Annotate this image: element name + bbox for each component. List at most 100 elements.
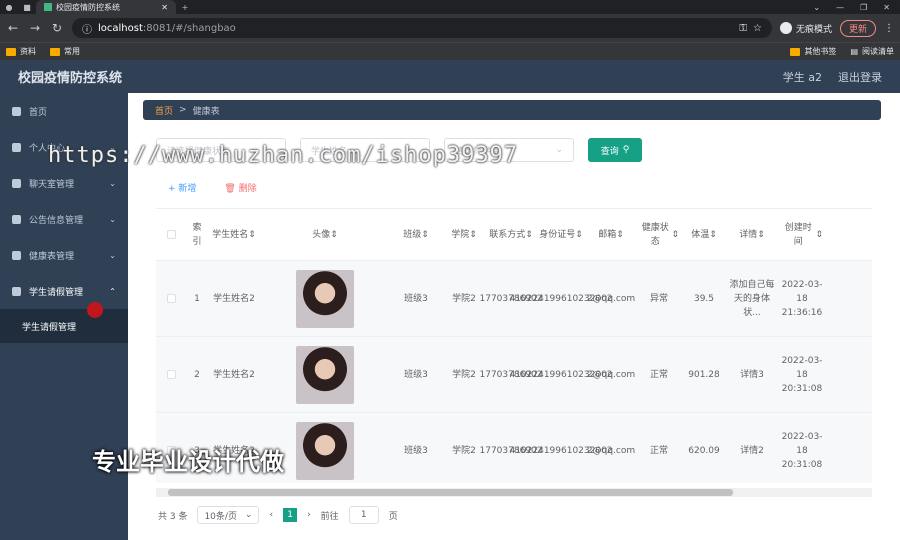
col-header[interactable]: 头像 ⇕ <box>260 209 390 260</box>
chevron-down-icon: ⌄ <box>109 178 116 188</box>
col-header[interactable]: 身份证号 ⇕ <box>536 209 586 260</box>
avatar[interactable] <box>296 345 354 404</box>
checkbox[interactable] <box>166 294 176 303</box>
browser-menu-icon[interactable]: ● <box>0 3 18 12</box>
url-host: localhost <box>98 22 143 34</box>
cell-name: 学生姓名2 <box>213 293 255 304</box>
logout-link[interactable]: 退出登录 <box>838 69 882 85</box>
forward-icon[interactable]: → <box>28 21 42 35</box>
breadcrumb-current: 健康表 <box>192 106 220 117</box>
avatar[interactable] <box>296 269 354 328</box>
submenu-item-leave[interactable]: 学生请假管理 <box>0 309 128 343</box>
total-count: 共 3 条 <box>158 511 188 522</box>
window-minimize-icon[interactable]: — <box>836 3 844 12</box>
cell-id-number: 410224199610232002 <box>509 369 613 380</box>
cell-detail: 详情2 <box>740 445 764 456</box>
col-header[interactable]: 联系方式 ⇕ <box>486 209 536 260</box>
col-header[interactable]: 健康状态 ⇕ <box>636 209 682 260</box>
sidebar-item-chat[interactable]: 聊天室管理 ⌄ <box>0 165 128 201</box>
info-icon[interactable]: ⓘ <box>82 21 92 36</box>
cell-status: 正常 <box>649 445 668 456</box>
bookmarks-bar: 资料 常用 其他书签 ▤ 阅读清单 <box>0 42 900 60</box>
row-checkbox[interactable] <box>156 337 186 412</box>
col-header[interactable]: 邮箱 ⇕ <box>586 209 636 260</box>
horizontal-scrollbar[interactable] <box>156 488 872 497</box>
page-size-select[interactable]: 10条/页 ⌄ <box>197 506 260 524</box>
next-page-icon[interactable]: › <box>307 510 311 520</box>
col-header[interactable]: 详情 ⇕ <box>726 209 778 260</box>
search-icon: ⚲ <box>622 145 630 155</box>
bookmark-folder-1[interactable]: 资料 <box>6 46 36 57</box>
window-restore-icon[interactable]: ❐ <box>860 3 867 12</box>
page-number-current[interactable]: 1 <box>283 508 298 522</box>
sidebar-item-notice[interactable]: 公告信息管理 ⌄ <box>0 201 128 237</box>
back-icon[interactable]: ← <box>6 21 20 35</box>
power-icon <box>12 286 21 296</box>
bookmark-folder-2[interactable]: 常用 <box>50 46 80 57</box>
cell-email: 2@qq.com <box>586 445 636 456</box>
address-bar[interactable]: ⓘ localhost:8081/#/shangbao ⚿ ☆ <box>72 18 772 38</box>
reading-list-icon: ▤ <box>850 47 858 56</box>
select-all-checkbox[interactable] <box>156 209 186 260</box>
star-icon[interactable]: ☆ <box>753 23 762 34</box>
col-header-label: 联系方式 <box>489 229 526 240</box>
row-checkbox[interactable] <box>156 261 186 336</box>
cell-status: 正常 <box>649 369 668 380</box>
window-close-icon[interactable]: ✕ <box>883 3 890 12</box>
goto-page-input[interactable]: 1 <box>348 506 379 524</box>
new-tab-icon[interactable]: + <box>176 3 194 12</box>
checkbox[interactable] <box>166 230 176 239</box>
vue-favicon-icon <box>44 3 52 11</box>
delete-button-label: 删除 <box>238 184 257 194</box>
tab-close-icon[interactable]: ✕ <box>161 3 168 12</box>
watermark-text: 专业毕业设计代做 <box>92 448 284 476</box>
prev-page-icon[interactable]: ‹ <box>269 510 273 520</box>
col-header-label: 学生姓名 <box>212 229 249 240</box>
checkbox[interactable] <box>166 370 176 379</box>
pinned-tab-icon[interactable]: ■ <box>18 3 36 12</box>
col-header-label: 身份证号 <box>539 229 576 240</box>
col-header[interactable]: 班级 ⇕ <box>390 209 442 260</box>
key-icon[interactable]: ⚿ <box>739 23 747 34</box>
incognito-indicator[interactable]: 无痕模式 <box>779 22 832 35</box>
search-button[interactable]: 查询 ⚲ <box>588 138 642 162</box>
col-header-label: 班级 <box>403 229 422 240</box>
window-expand-icon[interactable]: ⌄ <box>813 3 820 12</box>
browser-tab-strip: ● ■ 校园疫情防控系统 ✕ + ⌄ — ❐ ✕ <box>0 0 900 14</box>
cell-avatar <box>260 337 390 412</box>
bookmark-label: 其他书签 <box>804 47 837 56</box>
current-user: 学生 a2 <box>782 70 822 84</box>
reading-list[interactable]: ▤ 阅读清单 <box>850 46 894 57</box>
url-path: :8081/#/shangbao <box>142 22 236 34</box>
col-header[interactable]: 学生姓名 ⇕ <box>208 209 260 260</box>
browser-more-icon[interactable]: ⋮ <box>884 23 894 34</box>
reload-icon[interactable]: ↻ <box>50 21 64 35</box>
delete-button[interactable]: 🗑 删除 <box>224 181 256 194</box>
table-row[interactable]: 1 学生姓名2 班级3 学院2 17703786902 410224199610… <box>156 261 872 337</box>
sidebar-item-home[interactable]: 首页 <box>0 93 128 129</box>
folder-icon <box>6 47 16 56</box>
table-header: 索引 学生姓名 ⇕ 头像 ⇕ 班级 ⇕ 学院 ⇕ 联系方式 ⇕ 身份证号 ⇕ 邮… <box>156 209 872 261</box>
mouse-cursor-icon <box>87 302 103 318</box>
sidebar-item-health[interactable]: 健康表管理 ⌄ <box>0 237 128 273</box>
avatar[interactable] <box>296 421 354 480</box>
bookmark-label: 常用 <box>64 47 80 56</box>
sidebar-item-leave[interactable]: 学生请假管理 ⌃ <box>0 273 128 309</box>
col-header[interactable]: 创建时间 ⇕ <box>778 209 826 260</box>
watermark-url: https://www.huzhan.com/ishop39397 <box>48 143 519 168</box>
other-bookmarks[interactable]: 其他书签 <box>790 46 836 57</box>
bookmark-label: 阅读清单 <box>862 47 894 56</box>
home-icon <box>12 106 21 116</box>
goto-suffix: 页 <box>388 511 398 522</box>
breadcrumb-home[interactable]: 首页 <box>155 104 173 117</box>
scrollbar-thumb[interactable] <box>168 489 733 496</box>
col-header[interactable]: 学院 ⇕ <box>442 209 486 260</box>
sidebar-item-label: 首页 <box>29 107 48 118</box>
add-button-label: 新增 <box>178 184 197 194</box>
col-header[interactable]: 体温 ⇕ <box>682 209 726 260</box>
col-header-label: 创建时间 <box>784 222 812 247</box>
update-button[interactable]: 更新 <box>839 19 876 37</box>
browser-tab[interactable]: 校园疫情防控系统 ✕ <box>36 0 176 14</box>
add-button[interactable]: + 新增 <box>168 181 196 194</box>
table-row[interactable]: 2 学生姓名2 班级3 学院2 17703786902 410224199610… <box>156 337 872 413</box>
